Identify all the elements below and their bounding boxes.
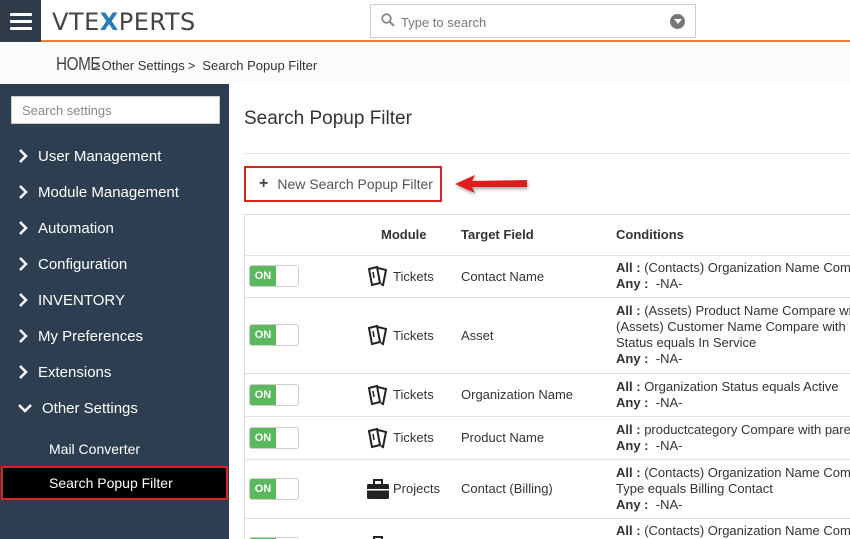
search-icon xyxy=(381,13,395,27)
conditions-cell: All : (Contacts) Organization Name Com xyxy=(611,518,850,539)
logo[interactable]: VTEXPERTS xyxy=(52,8,196,36)
chevron-right-icon xyxy=(19,329,28,343)
red-arrow-annotation xyxy=(455,175,527,193)
sidebar-item-extensions[interactable]: Extensions xyxy=(0,354,229,390)
sidebar-subitem-mail-converter[interactable]: Mail Converter xyxy=(0,432,229,466)
search-input[interactable] xyxy=(401,11,661,33)
ticket-icon xyxy=(367,265,388,287)
breadcrumb-current: Search Popup Filter xyxy=(202,58,318,73)
conditions-cell: All : (Assets) Product Name Compare wi (A… xyxy=(611,297,850,374)
chevron-down-icon[interactable] xyxy=(670,14,685,29)
sidebar-item-user-management[interactable]: User Management xyxy=(0,138,229,174)
target-field-cell: Product Name xyxy=(461,416,611,460)
table-row[interactable]: All : (Contacts) Organization Name Com xyxy=(245,518,850,539)
page-title: Search Popup Filter xyxy=(244,108,412,129)
menu-icon[interactable] xyxy=(0,0,41,42)
table-row[interactable]: ON Tickets Organization Name All : Organ… xyxy=(245,373,850,417)
chevron-down-icon xyxy=(18,404,32,413)
conditions-cell: All : Organization Status equals Active A… xyxy=(611,373,850,417)
chevron-right-icon xyxy=(19,257,28,271)
chevron-right-icon xyxy=(19,293,28,307)
breadcrumb-other-settings[interactable]: Other Settings xyxy=(102,58,185,73)
breadcrumb-bar: HOME > Other Settings > Search Popup Fil… xyxy=(0,44,850,84)
global-search[interactable] xyxy=(370,4,696,38)
target-field-cell: Contact (Billing) xyxy=(461,459,611,519)
settings-menu: User Management Module Management Automa… xyxy=(0,138,229,500)
target-field-cell: Asset xyxy=(461,297,611,374)
column-header-status xyxy=(245,215,366,256)
chevron-right-icon xyxy=(19,365,28,379)
sidebar-item-configuration[interactable]: Configuration xyxy=(0,246,229,282)
chevron-right-icon xyxy=(19,185,28,199)
target-field-cell: Contact Name xyxy=(461,255,611,298)
sidebar-item-other-settings[interactable]: Other Settings xyxy=(0,390,229,426)
status-toggle[interactable]: ON xyxy=(249,426,299,449)
breadcrumb-home[interactable]: HOME xyxy=(56,54,101,75)
target-field-cell: Organization Name xyxy=(461,373,611,417)
new-search-popup-filter-button[interactable]: + New Search Popup Filter xyxy=(244,166,442,202)
table-row[interactable]: ON Projects Contact (Billing) All : (Con… xyxy=(245,459,850,519)
table-row[interactable]: ON Tickets Contact Name All : (Contacts)… xyxy=(245,255,850,298)
status-toggle[interactable]: ON xyxy=(249,324,299,346)
main-content: Search Popup Filter + New Search Popup F… xyxy=(229,84,850,539)
target-field-cell xyxy=(461,518,611,539)
sidebar-item-my-preferences[interactable]: My Preferences xyxy=(0,318,229,354)
sidebar-subitem-search-popup-filter[interactable]: Search Popup Filter xyxy=(1,466,228,500)
conditions-cell: All : (Contacts) Organization Name Com Ty… xyxy=(611,459,850,519)
status-toggle[interactable]: ON xyxy=(249,477,299,500)
briefcase-icon xyxy=(367,478,389,499)
divider xyxy=(244,153,850,154)
column-header-conditions[interactable]: Conditions xyxy=(611,215,850,256)
breadcrumb: HOME > Other Settings > Search Popup Fil… xyxy=(56,54,317,75)
briefcase-icon xyxy=(373,535,383,539)
table-row[interactable]: ON Tickets Product Name All : productcat… xyxy=(245,416,850,460)
chevron-right-icon xyxy=(19,149,28,163)
conditions-cell: All : productcategory Compare with pare A… xyxy=(611,416,850,460)
status-toggle[interactable]: ON xyxy=(249,383,299,406)
table-row[interactable]: ON Tickets Asset All : (Assets) Product … xyxy=(245,297,850,374)
breadcrumb-separator: > xyxy=(187,58,196,73)
column-header-module[interactable]: Module xyxy=(366,215,461,256)
chevron-right-icon xyxy=(19,221,28,235)
sidebar-item-automation[interactable]: Automation xyxy=(0,210,229,246)
column-header-target-field[interactable]: Target Field xyxy=(461,215,611,256)
plus-icon: + xyxy=(259,175,269,192)
ticket-icon xyxy=(367,427,388,448)
top-bar: VTEXPERTS xyxy=(0,0,850,42)
ticket-icon xyxy=(367,384,388,405)
filters-table: Module Target Field Conditions ON Ticket… xyxy=(244,214,850,539)
settings-search-input[interactable] xyxy=(11,96,220,124)
sidebar-item-inventory[interactable]: INVENTORY xyxy=(0,282,229,318)
sidebar-item-module-management[interactable]: Module Management xyxy=(0,174,229,210)
status-toggle[interactable]: ON xyxy=(249,265,299,287)
ticket-icon xyxy=(367,324,388,346)
conditions-cell: All : (Contacts) Organization Name Com An… xyxy=(611,255,850,298)
sidebar: User Management Module Management Automa… xyxy=(0,84,229,539)
